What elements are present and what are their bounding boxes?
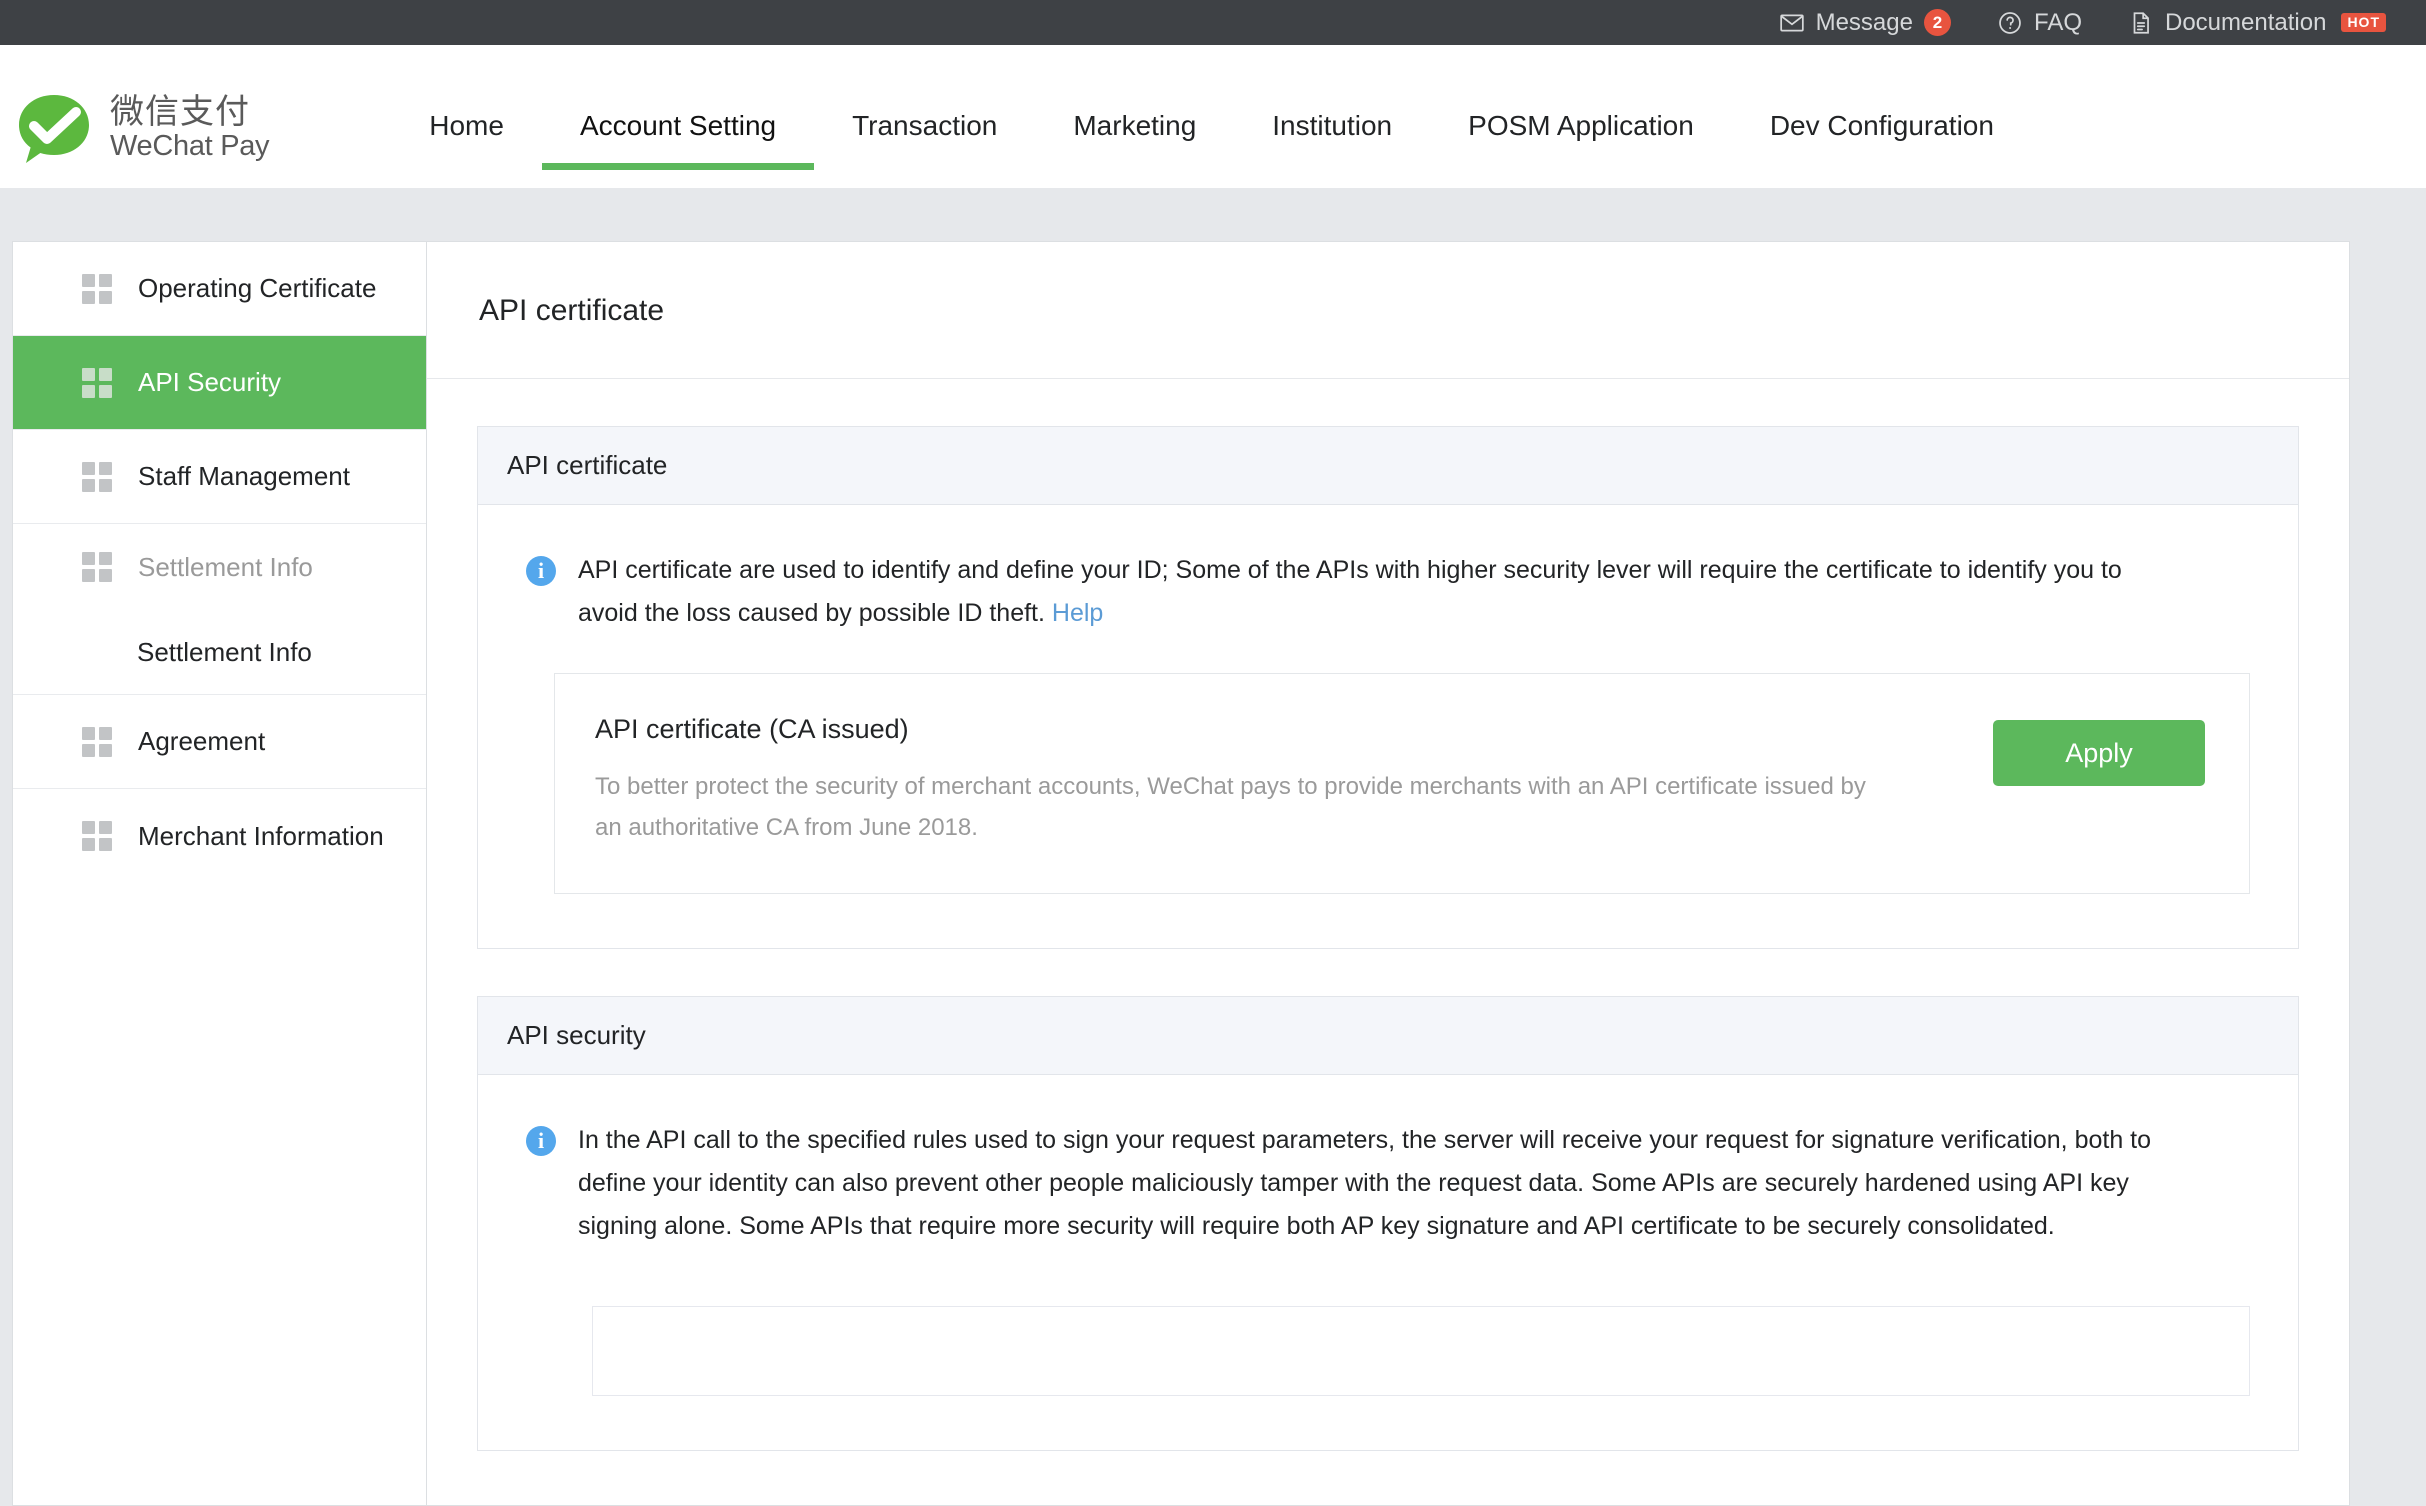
nav-item-marketing[interactable]: Marketing bbox=[1035, 45, 1234, 188]
info-notice-api-security: i In the API call to the specified rules… bbox=[526, 1119, 2250, 1248]
panel-api-security: API security i In the API call to the sp… bbox=[477, 996, 2299, 1451]
nav-item-transaction[interactable]: Transaction bbox=[814, 45, 1035, 188]
sidebar-item-label: API Security bbox=[138, 367, 281, 398]
grid-icon bbox=[82, 821, 112, 851]
certificate-card: API certificate (CA issued) To better pr… bbox=[554, 673, 2250, 894]
sidebar-subitem-label: Settlement Info bbox=[137, 637, 312, 668]
message-count-badge: 2 bbox=[1924, 9, 1951, 36]
sidebar-item-agreement[interactable]: Agreement bbox=[13, 695, 426, 789]
content-area: API certificate API certificate i API ce… bbox=[426, 241, 2350, 1506]
nav-item-posm-application[interactable]: POSM Application bbox=[1430, 45, 1732, 188]
site-header: 微信支付 WeChat Pay Home Account Setting Tra… bbox=[0, 45, 2426, 188]
nav-item-home[interactable]: Home bbox=[391, 45, 542, 188]
certificate-card-description: To better protect the security of mercha… bbox=[595, 767, 1885, 849]
sidebar-group-settlement-info: Settlement Info Settlement Info bbox=[13, 524, 426, 695]
help-link[interactable]: Help bbox=[1052, 599, 1103, 627]
certificate-card-title: API certificate (CA issued) bbox=[595, 714, 1885, 745]
topbar-item-documentation-label: Documentation bbox=[2165, 11, 2326, 35]
mail-icon bbox=[1779, 10, 1805, 36]
top-utility-bar: Message 2 FAQ Documentation HOT bbox=[0, 0, 2426, 45]
panel-header-api-security: API security bbox=[478, 997, 2298, 1075]
apply-button[interactable]: Apply bbox=[1993, 720, 2205, 786]
wechat-pay-bubble-check-icon bbox=[12, 87, 96, 171]
wechat-pay-wordmark: 微信支付 WeChat Pay bbox=[110, 95, 269, 163]
sidebar-subitem-settlement-info[interactable]: Settlement Info bbox=[13, 610, 426, 694]
brand-name-cn: 微信支付 bbox=[110, 95, 269, 131]
main-navigation: Home Account Setting Transaction Marketi… bbox=[391, 45, 2032, 188]
info-icon: i bbox=[526, 556, 556, 586]
sidebar-item-operating-certificate[interactable]: Operating Certificate bbox=[13, 242, 426, 336]
brand-name-en: WeChat Pay bbox=[110, 131, 269, 163]
panel-header-api-certificate: API certificate bbox=[478, 427, 2298, 505]
sidebar-item-api-security[interactable]: API Security bbox=[13, 336, 426, 430]
sidebar-menu: Operating Certificate API Security Staff… bbox=[12, 241, 426, 1506]
panel-api-certificate: API certificate i API certificate are us… bbox=[477, 426, 2299, 949]
grid-icon bbox=[82, 552, 112, 582]
sidebar-item-settlement-info[interactable]: Settlement Info bbox=[13, 524, 426, 610]
panel-body-api-security: i In the API call to the specified rules… bbox=[478, 1075, 2298, 1450]
document-icon bbox=[2128, 10, 2154, 36]
info-notice-text: In the API call to the specified rules u… bbox=[578, 1119, 2178, 1248]
nav-item-institution[interactable]: Institution bbox=[1234, 45, 1430, 188]
grid-icon bbox=[82, 368, 112, 398]
nav-item-dev-configuration[interactable]: Dev Configuration bbox=[1732, 45, 2032, 188]
info-notice-text: API certificate are used to identify and… bbox=[578, 549, 2178, 635]
grid-icon bbox=[82, 462, 112, 492]
grid-icon bbox=[82, 274, 112, 304]
topbar-item-message[interactable]: Message 2 bbox=[1779, 9, 1951, 36]
sidebar-item-merchant-information[interactable]: Merchant Information bbox=[13, 789, 426, 883]
topbar-item-faq[interactable]: FAQ bbox=[1997, 10, 2082, 36]
sidebar-item-staff-management[interactable]: Staff Management bbox=[13, 430, 426, 524]
question-circle-icon bbox=[1997, 10, 2023, 36]
info-notice-body: API certificate are used to identify and… bbox=[578, 556, 2122, 627]
sidebar-item-label: Operating Certificate bbox=[138, 273, 376, 304]
topbar-item-message-label: Message bbox=[1816, 11, 1913, 35]
topbar-item-documentation[interactable]: Documentation HOT bbox=[2128, 10, 2386, 36]
hot-badge: HOT bbox=[2341, 13, 2386, 32]
nav-item-account-setting[interactable]: Account Setting bbox=[542, 45, 814, 188]
certificate-card-text: API certificate (CA issued) To better pr… bbox=[595, 714, 1885, 849]
wechat-pay-logo[interactable]: 微信支付 WeChat Pay bbox=[0, 45, 269, 171]
page-title: API certificate bbox=[427, 242, 2349, 379]
api-key-box bbox=[592, 1306, 2250, 1396]
sidebar-item-label: Staff Management bbox=[138, 461, 350, 492]
sidebar-item-label: Merchant Information bbox=[138, 821, 384, 852]
info-icon: i bbox=[526, 1126, 556, 1156]
panel-body-api-certificate: i API certificate are used to identify a… bbox=[478, 505, 2298, 948]
page-layout: Operating Certificate API Security Staff… bbox=[0, 241, 2426, 1506]
info-notice-api-certificate: i API certificate are used to identify a… bbox=[526, 549, 2250, 635]
page-spacer bbox=[0, 188, 2426, 241]
grid-icon bbox=[82, 727, 112, 757]
topbar-item-faq-label: FAQ bbox=[2034, 11, 2082, 35]
sidebar-item-label: Agreement bbox=[138, 726, 265, 757]
sidebar-item-label: Settlement Info bbox=[138, 552, 313, 583]
